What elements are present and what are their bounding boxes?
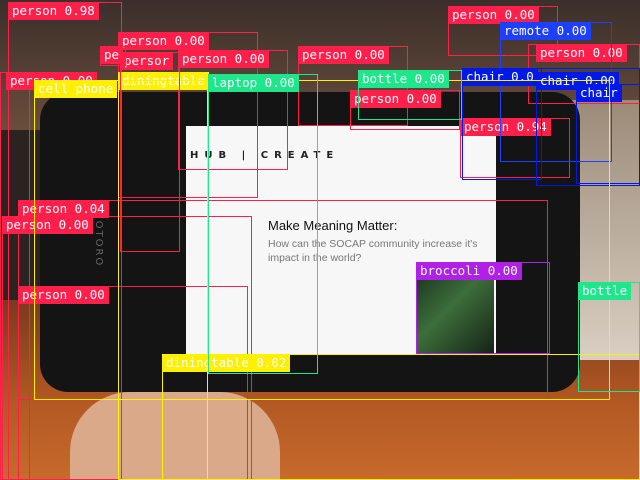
- detection-label-cellphone: cell phone: [34, 80, 118, 98]
- detection-box-person: [120, 52, 180, 252]
- detection-box-laptop: [208, 74, 318, 374]
- detection-label-person: person 0.00: [118, 32, 209, 50]
- detection-label-laptop: laptop 0.00: [208, 74, 299, 92]
- detection-label-remote: remote 0.00: [500, 22, 591, 40]
- detection-label-bottle: bottle 0.00: [358, 70, 449, 88]
- detection-label-person: person 0.00: [178, 50, 269, 68]
- detection-label-person: pe: [100, 46, 124, 64]
- detection-label-person: person 0.98: [8, 2, 99, 20]
- detection-label-bottle: bottle: [578, 282, 632, 300]
- detection-label-person: persor: [120, 52, 174, 70]
- detection-label-broccoli: broccoli 0.00: [416, 262, 522, 280]
- detection-label-person: person 0.00: [298, 46, 389, 64]
